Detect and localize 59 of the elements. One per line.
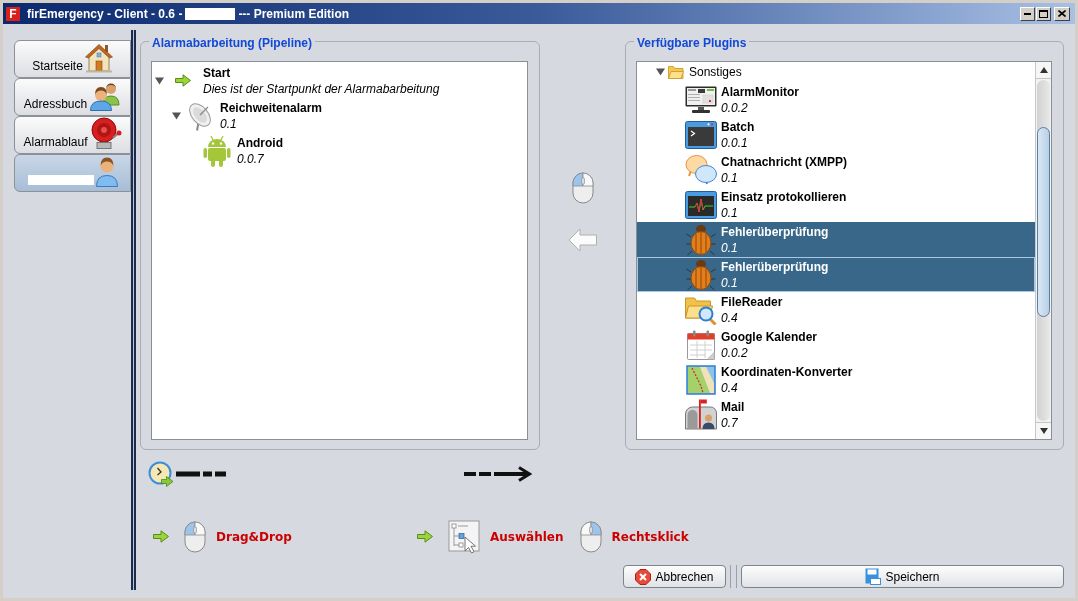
app-logo: F: [6, 6, 20, 21]
save-button[interactable]: Speichern: [741, 565, 1064, 588]
scroll-down-button[interactable]: [1036, 422, 1051, 439]
two-people-icon: [89, 81, 122, 111]
panel-title: Alarmabarbeitung (Pipeline): [149, 36, 316, 50]
down-arrow-icon: [1039, 428, 1048, 434]
legend-label: Rechtsklick: [611, 528, 689, 545]
beetle-icon: [686, 223, 716, 256]
scrollbar-thumb[interactable]: [1037, 127, 1050, 317]
cancel-button[interactable]: Abbrechen: [623, 565, 726, 588]
legend-label: Drag&Drop: [216, 528, 292, 545]
sidebar-tab[interactable]: Adressbuch: [14, 78, 131, 116]
sidebar-tab[interactable]: Startseite: [14, 40, 131, 78]
legend-label: Auswählen: [490, 528, 564, 545]
calendar-icon: [686, 329, 716, 360]
expand-triangle-icon[interactable]: [171, 111, 181, 120]
cancel-icon: [635, 568, 652, 585]
plugin-list-item[interactable]: Fehlerüberprüfung 0.1: [637, 222, 1035, 257]
maximize-icon: [1039, 9, 1048, 18]
expand-triangle-icon[interactable]: [655, 68, 665, 76]
terminal-window-icon: [685, 119, 717, 150]
expand-triangle-icon[interactable]: [154, 76, 164, 85]
sidebar-tab[interactable]: [14, 154, 131, 192]
window-title: firEmergency - Client - 0.6 -: [27, 5, 183, 23]
minimize-icon: [1024, 12, 1031, 15]
clock-icon: [148, 461, 174, 487]
close-icon: [1058, 10, 1066, 17]
close-button[interactable]: [1054, 6, 1070, 21]
beetle-icon: [686, 258, 716, 291]
splitter-handle[interactable]: [730, 565, 737, 588]
user-icon: [95, 157, 118, 187]
panel-title: Verfügbare Plugins: [634, 36, 750, 50]
up-arrow-icon: [1039, 67, 1048, 73]
plugin-list-item[interactable]: Fehlerüberprüfung 0.1: [637, 257, 1035, 292]
right-arrow-icon: [175, 74, 191, 87]
tree-cursor-icon: [448, 519, 480, 554]
pipeline-node[interactable]: Android 0.0.7: [187, 133, 286, 168]
mouse-icon: [571, 172, 594, 204]
monitor-icon: [685, 85, 717, 114]
scroll-up-button[interactable]: [1036, 62, 1051, 79]
android-robot-icon: [203, 134, 231, 167]
pipeline-node[interactable]: Reichweitenalarm 0.1: [170, 98, 326, 133]
folder-icon: [668, 65, 684, 79]
dashed-line: [176, 471, 226, 477]
mouse-icon: [579, 520, 602, 553]
maximize-button[interactable]: [1036, 6, 1051, 21]
chat-bubbles-icon: [685, 153, 717, 186]
folder-magnifier-icon: [685, 294, 717, 325]
minimize-button[interactable]: [1020, 6, 1035, 21]
mailbox-icon: [685, 398, 717, 431]
pipeline-node[interactable]: Start Dies ist der Startpunkt der Alarmabarbeitung: [153, 63, 443, 98]
sidebar-tab[interactable]: Alarmablauf: [14, 116, 131, 154]
pulse-monitor-icon: [685, 190, 717, 219]
window-subtitle: --- Premium Edition: [238, 5, 350, 23]
dashed-arrow: [464, 466, 532, 482]
house-icon: [84, 43, 113, 73]
mouse-icon: [184, 520, 206, 553]
map-icon: [686, 364, 716, 395]
alarm-bell-icon: [89, 117, 122, 149]
